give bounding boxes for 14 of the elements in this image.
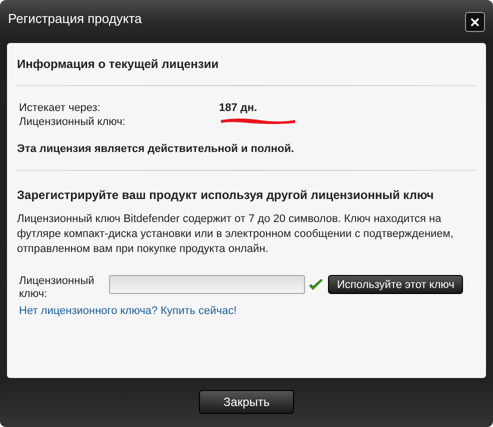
license-key-field[interactable] <box>109 275 305 294</box>
description-text: Лицензионный ключ Bitdefender содержит от 7 до 20 символов. Ключ находится на футляре компакт-диска установки или в электронном сообщении с подтверждением, отправленном вам при покупке продукта онлайн. <box>17 212 454 257</box>
license-status-text: Эта лицензия является действительной и полной. <box>17 143 296 155</box>
field-label: Лицензионный ключ: <box>18 275 96 301</box>
section-heading: Информация о текущей лицензии <box>17 57 220 71</box>
info-label: Истекает через: <box>19 102 102 114</box>
use-key-button[interactable]: Используйте этот ключ <box>328 275 464 294</box>
info-value: 187 дн. <box>219 102 258 114</box>
window-title: Регистрация продукта <box>8 10 142 26</box>
info-label: Лицензионный ключ: <box>19 116 126 128</box>
close-button[interactable]: ✕ <box>465 12 485 32</box>
buy-now-link[interactable]: Нет лицензионного ключа? Купить сейчас! <box>17 305 476 317</box>
section-heading: Зарегистрируйте ваш продукт используя другой лицензионный ключ <box>17 188 435 202</box>
close-dialog-button[interactable]: Закрыть <box>199 390 294 414</box>
